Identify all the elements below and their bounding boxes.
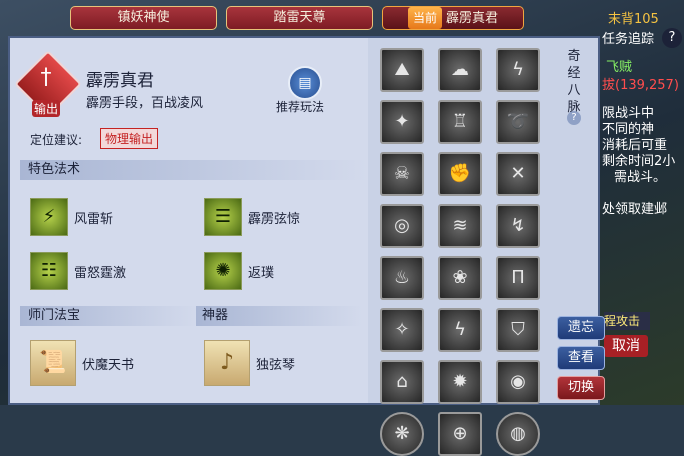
scroll-icon: 📜 [30,340,76,386]
sword-icon: † [40,65,52,90]
skill-fanpu[interactable]: ✺ 返璞 [204,252,274,290]
treasure-label: 伏魔天书 [82,357,135,373]
claw-icon[interactable]: ✧ [380,308,424,352]
lute-icon: ♪ [204,340,250,386]
quest-text: 需战斗。 [614,170,667,185]
school-tabs: 镇妖神使 踏雷天尊 当前 霹雳真君 [0,0,600,34]
beast-icon[interactable]: ✹ [438,360,482,404]
tab-label: 镇妖神使 [117,10,170,25]
help-icon[interactable]: ? [567,111,581,125]
tab-zhenyao[interactable]: 镇妖神使 [70,6,217,30]
meridian-grid: ⛰ ☁ ϟ ✦ ♖ ➰ ☠ ✊ ✕ ◎ ≋ ↯ ♨ ❀ Π ✧ ϟ ⛉ ⌂ ✹ ◉ ❋ ⊕ ◍ [376,48,546,456]
helm-icon[interactable]: ⛉ [496,308,540,352]
skill-label: 霹雳弦惊 [248,211,301,227]
switch-button[interactable]: 切换 [557,376,605,400]
spiral-icon[interactable]: ➰ [496,100,540,144]
skills-section-title: 特色法术 [20,160,368,180]
bolt-icon[interactable]: ↯ [496,204,540,248]
quest-coords[interactable]: 拔(139,257) [602,74,679,93]
skill-icon: ☷ [30,252,68,290]
crest-icon[interactable]: ⌂ [380,360,424,404]
school-info: † 输出 霹雳真君 霹雳手段，百战凌风 ▤ 推荐玩法 定位建议: 物理输出 特色… [10,38,368,403]
wind-icon[interactable]: ✦ [380,100,424,144]
lightning-icon[interactable]: ϟ [496,48,540,92]
skill-icon: ☰ [204,198,242,236]
cloud-icon[interactable]: ☁ [438,48,482,92]
sigil-icon[interactable]: ⊕ [438,412,482,456]
treasure-item[interactable]: 📜 伏魔天书 [30,340,134,386]
school-name: 霹雳真君 [86,71,154,91]
cancel-button[interactable]: 取消 [604,335,648,357]
skill-label: 风雷斩 [74,211,114,227]
tab-label: 霹雳真君 [446,11,499,26]
flame-icon[interactable]: ♨ [380,256,424,300]
quest-text: 处领取建邺 [602,202,668,217]
mountain-icon[interactable]: ⛰ [380,48,424,92]
skill-pilixianjing[interactable]: ☰ 霹雳弦惊 [204,198,300,236]
skill-label: 雷怒霆激 [74,265,127,281]
skill-fengleizhan[interactable]: ⚡ 风雷斩 [30,198,113,236]
role-label: 输出 [32,100,60,117]
artifact-section-title: 神器 [196,306,362,326]
skill-icon: ✺ [204,252,242,290]
quest-tracker-title[interactable]: 任务追踪 [602,28,654,47]
wave-icon[interactable]: ❋ [380,412,424,456]
cross-swords-icon[interactable]: ✕ [496,152,540,196]
skill-icon: ⚡ [30,198,68,236]
current-marker: 当前 [407,7,442,29]
coil-icon[interactable]: ◉ [496,360,540,404]
tab-talei[interactable]: 踏雷天尊 [226,6,373,30]
artifact-label: 独弦琴 [256,357,296,373]
coin-icon[interactable]: ◍ [496,412,540,456]
tower-icon[interactable]: ♖ [438,100,482,144]
tab-pili-current[interactable]: 当前 霹雳真君 [382,6,524,30]
mask-icon[interactable]: ◎ [380,204,424,248]
battle-panel-label: 程攻击 [604,312,650,330]
quest-name: 飞贼 [606,60,633,75]
guide-button-label[interactable]: 推荐玩法 [276,98,324,115]
forget-button[interactable]: 遗忘 [557,316,605,340]
treasure-section-title: 师门法宝 [20,306,198,326]
school-description: 霹雳手段，百战凌风 [86,96,204,111]
skill-label: 返璞 [248,265,275,281]
meridians-title: 奇经八脉 [567,49,581,115]
nest-icon[interactable]: ❀ [438,256,482,300]
fist-icon[interactable]: ✊ [438,152,482,196]
crack-icon[interactable]: ≋ [438,204,482,248]
book-icon[interactable]: ▤ [288,66,322,100]
view-button[interactable]: 查看 [557,346,605,370]
position-badge: 物理输出 [100,128,159,149]
tab-label: 踏雷天尊 [273,10,326,25]
position-label: 定位建议: [30,133,83,147]
level-text: 末背105 [608,12,659,27]
help-icon[interactable]: ? [662,28,682,48]
skill-leinutingji[interactable]: ☷ 雷怒霆激 [30,252,126,290]
skull-icon[interactable]: ☠ [380,152,424,196]
school-panel: † 输出 霹雳真君 霹雳手段，百战凌风 ▤ 推荐玩法 定位建议: 物理输出 特色… [8,36,605,456]
gate-icon[interactable]: Π [496,256,540,300]
storm-icon[interactable]: ϟ [438,308,482,352]
artifact-item[interactable]: ♪ 独弦琴 [204,340,295,386]
